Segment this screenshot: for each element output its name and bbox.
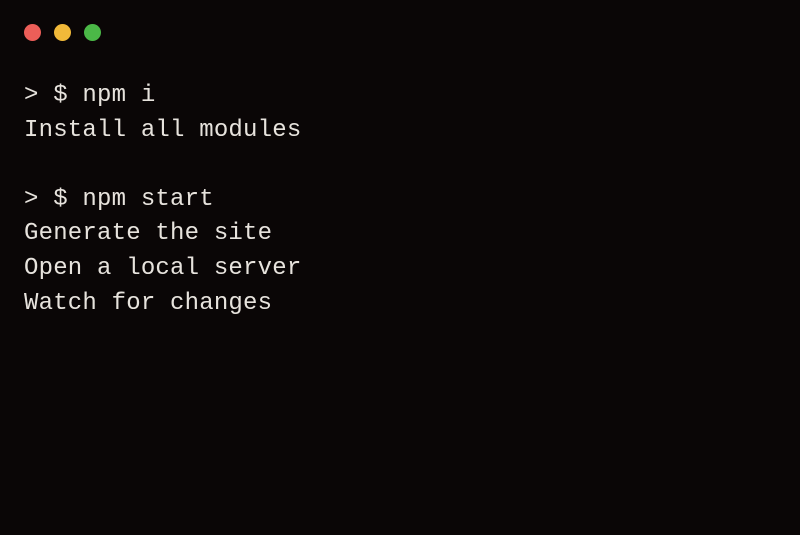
command-text: npm i [82, 82, 155, 109]
window-minimize-button[interactable] [54, 24, 71, 41]
prompt: > $ [24, 186, 82, 213]
output-line: Open a local server [24, 252, 776, 287]
command-line: > $ npm start [24, 183, 776, 218]
terminal-body[interactable]: > $ npm i Install all modules > $ npm st… [0, 41, 800, 380]
window-close-button[interactable] [24, 24, 41, 41]
command-block: > $ npm i Install all modules [24, 79, 776, 149]
command-block: > $ npm start Generate the site Open a l… [24, 183, 776, 322]
command-text: npm start [82, 186, 213, 213]
output-line: Install all modules [24, 114, 776, 149]
output-line: Watch for changes [24, 287, 776, 322]
window-maximize-button[interactable] [84, 24, 101, 41]
command-line: > $ npm i [24, 79, 776, 114]
window-titlebar [0, 0, 800, 41]
prompt: > $ [24, 82, 82, 109]
output-line: Generate the site [24, 217, 776, 252]
